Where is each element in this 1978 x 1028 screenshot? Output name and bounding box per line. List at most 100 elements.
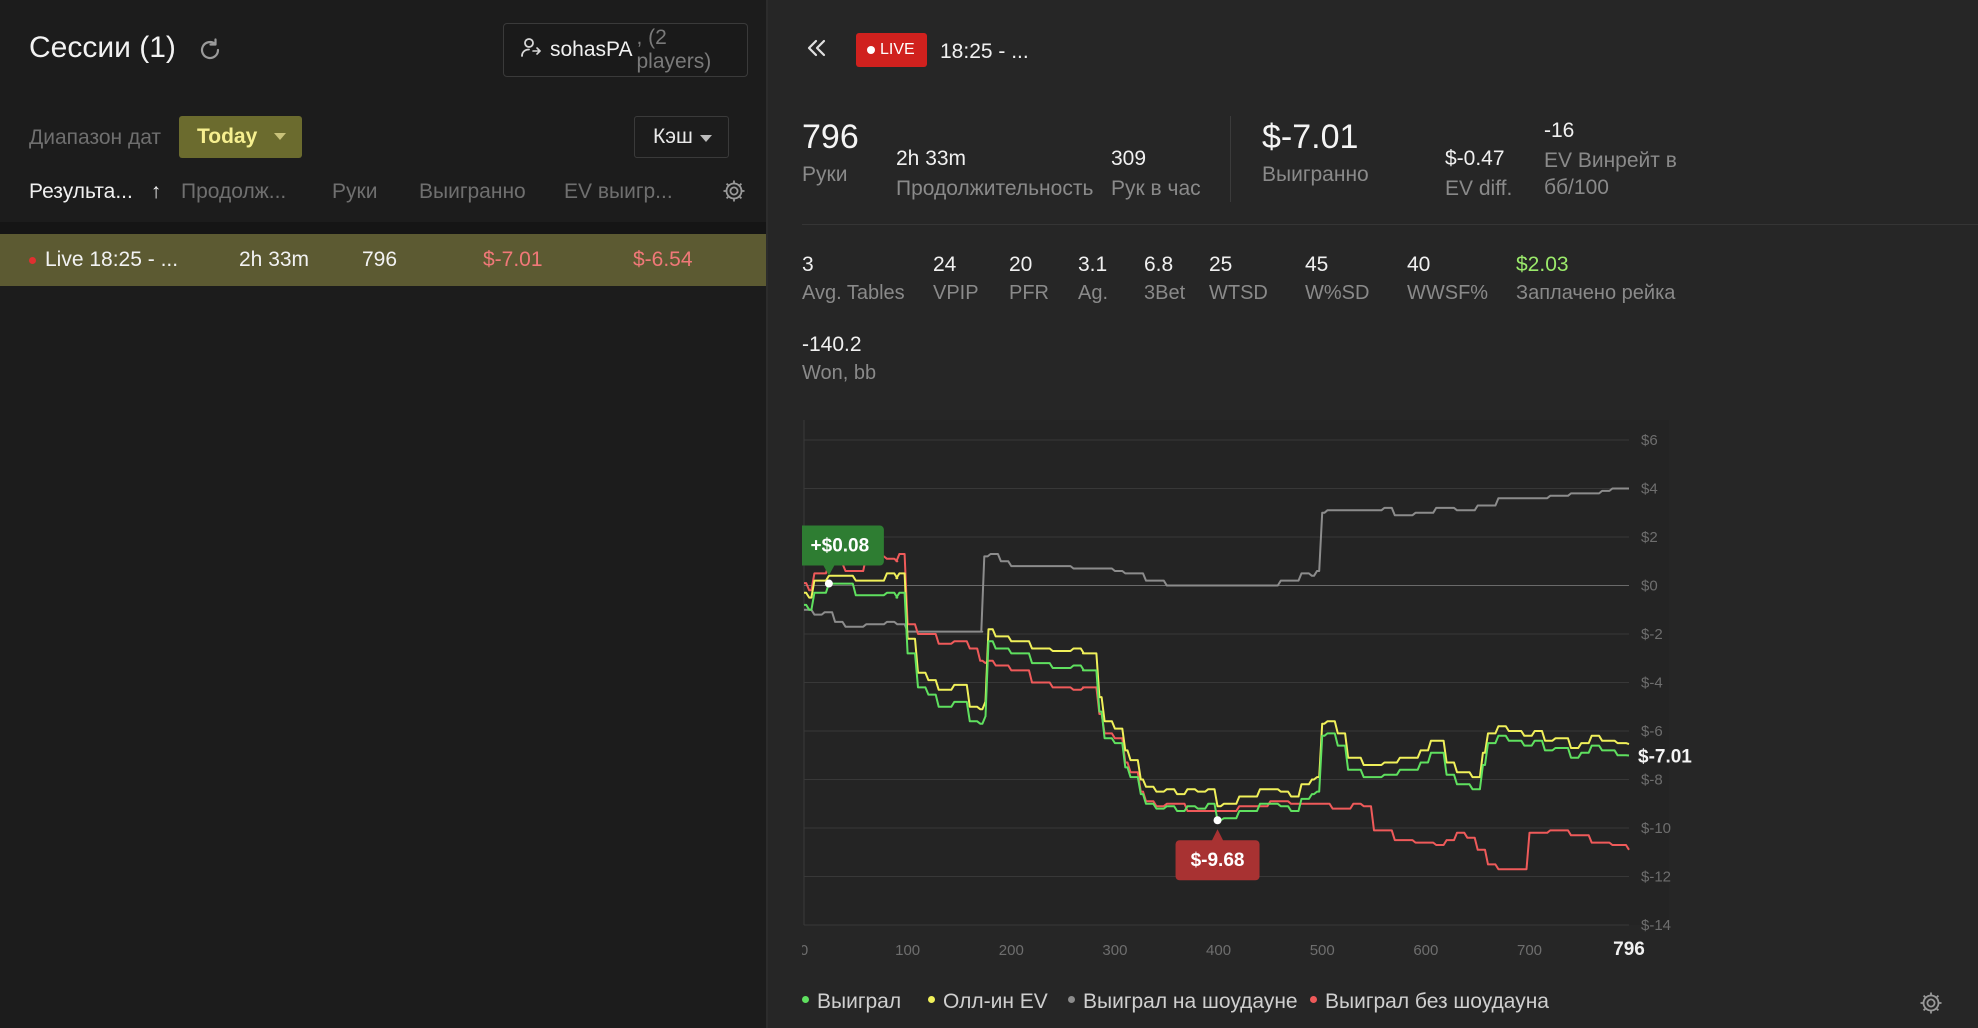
sessions-title: Сессии (1)	[29, 31, 176, 64]
sort-arrow-icon: ↑	[150, 180, 162, 203]
x-tick-label: 600	[1413, 942, 1438, 959]
stat-ev-diff-label: EV diff.	[1445, 177, 1513, 200]
x-tick-label: 400	[1206, 942, 1231, 959]
stat-label: PFR	[1009, 282, 1049, 304]
stat-label: Avg. Tables	[802, 282, 905, 304]
stat-ev-diff: $-0.47 EV diff.	[1445, 147, 1512, 201]
stat-avg-tables: 3 Avg. Tables	[802, 253, 905, 305]
stat-hands-per-hour: 309 Рук в час	[1111, 147, 1201, 201]
stat-duration: 2h 33m Продолжительность	[896, 147, 1093, 201]
column-label: Результа...	[29, 180, 133, 203]
legend-item-non-showdown[interactable]: Выиграл без шоудауна	[1310, 990, 1549, 1014]
stat-hands: 796 Руки	[802, 118, 859, 187]
stat-won-bb-label: Won, bb	[802, 362, 877, 384]
max-point-marker	[824, 579, 833, 588]
stat-value: 25	[1209, 253, 1233, 276]
stat-vpip: 24 VPIP	[933, 253, 979, 305]
player-selector-button[interactable]: sohasPA, (2 players)	[503, 23, 748, 77]
stat-rake-paid: $2.03 Заплачено рейка	[1516, 253, 1675, 305]
stat-ev-diff-value: $-0.47	[1445, 147, 1505, 170]
stat-won-bb-value: -140.2	[802, 333, 862, 356]
min-point-marker	[1213, 816, 1222, 825]
stat-won-bb: -140.2 Won, bb	[802, 333, 876, 385]
column-header-won[interactable]: Выигранно	[419, 180, 526, 204]
legend-label: Выиграл на шоудауне	[1083, 990, 1298, 1013]
stat-hands-value: 796	[802, 118, 859, 156]
stat-won-value: $-7.01	[1262, 118, 1359, 156]
date-range-dropdown[interactable]: Today	[179, 116, 302, 158]
player-name: sohasPA	[550, 38, 633, 61]
game-type-value: Кэш	[653, 125, 693, 148]
x-tick-label: 500	[1310, 942, 1335, 959]
session-row[interactable]: Live 18:25 - ... 2h 33m 796 $-7.01 $-6.5…	[0, 234, 766, 286]
profit-chart[interactable]: $6 $4 $2 $0 $-2 $-4 $-6 $-8 $-10 $-12 $-14 0 100 200 3…	[802, 420, 1972, 960]
column-header-ev-won[interactable]: EV выигр...	[564, 180, 673, 204]
legend-dot-icon	[802, 995, 809, 1003]
stat-wtsd: 25 WTSD	[1209, 253, 1268, 305]
legend-dot-icon	[1310, 995, 1317, 1003]
stat-value: 40	[1407, 253, 1431, 276]
y-tick-label: $6	[1641, 432, 1658, 449]
stat-label: WWSF%	[1407, 282, 1489, 304]
y-tick-label: $-6	[1641, 723, 1663, 740]
stat-value: 6.8	[1144, 253, 1174, 276]
stat-wsd: 45 W%SD	[1305, 253, 1369, 305]
player-count: , (2 players)	[636, 26, 712, 73]
live-dot-icon	[29, 257, 36, 264]
x-tick-label: 700	[1517, 942, 1542, 959]
stat-value: 20	[1009, 253, 1033, 276]
stat-duration-value: 2h 33m	[896, 147, 967, 170]
stats-divider	[1230, 116, 1231, 202]
stat-3bet: 6.8 3Bet	[1144, 253, 1185, 305]
legend-label: Олл-ин EV	[943, 990, 1048, 1013]
live-badge: LIVE	[856, 33, 927, 67]
y-tick-label: $2	[1641, 529, 1658, 546]
chart-settings-gear-icon[interactable]	[1918, 990, 1944, 1016]
stat-ev-winrate-value: -16	[1544, 119, 1575, 142]
y-tick-label: $-12	[1641, 869, 1671, 886]
max-annotation-label: +$0.08	[811, 536, 870, 557]
stat-value: 3.1	[1078, 253, 1108, 276]
column-header-duration[interactable]: Продолж...	[181, 180, 286, 204]
column-header-result[interactable]: Результа... ↑	[29, 180, 161, 204]
stat-label: 3Bet	[1144, 282, 1186, 304]
stat-label: WTSD	[1209, 282, 1268, 304]
legend-item-won[interactable]: Выиграл	[802, 990, 901, 1014]
x-tick-label: 0	[802, 942, 808, 959]
stat-hands-per-hour-value: 309	[1111, 147, 1147, 170]
table-settings-gear-icon[interactable]	[721, 178, 747, 204]
end-value-label: $-7.01	[1638, 746, 1692, 767]
legend-item-allin-ev[interactable]: Олл-ин EV	[928, 990, 1048, 1014]
column-header-hands[interactable]: Руки	[332, 180, 377, 204]
game-type-dropdown[interactable]: Кэш	[634, 116, 729, 158]
stat-label: VPIP	[933, 282, 979, 304]
stat-ag: 3.1 Ag.	[1078, 253, 1108, 305]
stat-won-label: Выигранно	[1262, 163, 1369, 186]
stats-separator	[802, 224, 1978, 225]
legend-label: Выиграл без шоудауна	[1325, 990, 1549, 1013]
stat-pfr: 20 PFR	[1009, 253, 1049, 305]
stat-value: 45	[1305, 253, 1329, 276]
session-title: 18:25 - ...	[940, 40, 1029, 63]
x-tick-label: 300	[1102, 942, 1127, 959]
session-won: $-7.01	[483, 248, 543, 271]
legend-item-showdown[interactable]: Выиграл на шоудауне	[1068, 990, 1298, 1014]
table-divider	[0, 222, 766, 234]
y-tick-label: $-10	[1641, 820, 1671, 837]
collapse-double-chevron-icon[interactable]	[802, 33, 832, 63]
min-annotation-label: $-9.68	[1191, 850, 1245, 871]
stat-value: $2.03	[1516, 253, 1569, 276]
chevron-down-icon	[700, 135, 712, 142]
y-tick-label: $4	[1641, 481, 1658, 498]
legend-label: Выиграл	[817, 990, 902, 1013]
sessions-panel: Сессии (1) sohasPA, (2 players) Диапазон…	[0, 0, 766, 1028]
y-tick-label: $-14	[1641, 917, 1671, 934]
refresh-icon[interactable]	[196, 36, 224, 64]
stat-label: W%SD	[1305, 282, 1370, 304]
stat-won: $-7.01 Выигранно	[1262, 118, 1369, 187]
x-tick-label: 200	[999, 942, 1024, 959]
session-hands: 796	[362, 248, 398, 271]
stat-ev-winrate-label: EV Винрейт в	[1544, 149, 1677, 172]
stat-hands-per-hour-label: Рук в час	[1111, 177, 1201, 200]
stat-ev-winrate: -16 EV Винрейт в бб/100	[1544, 119, 1677, 200]
